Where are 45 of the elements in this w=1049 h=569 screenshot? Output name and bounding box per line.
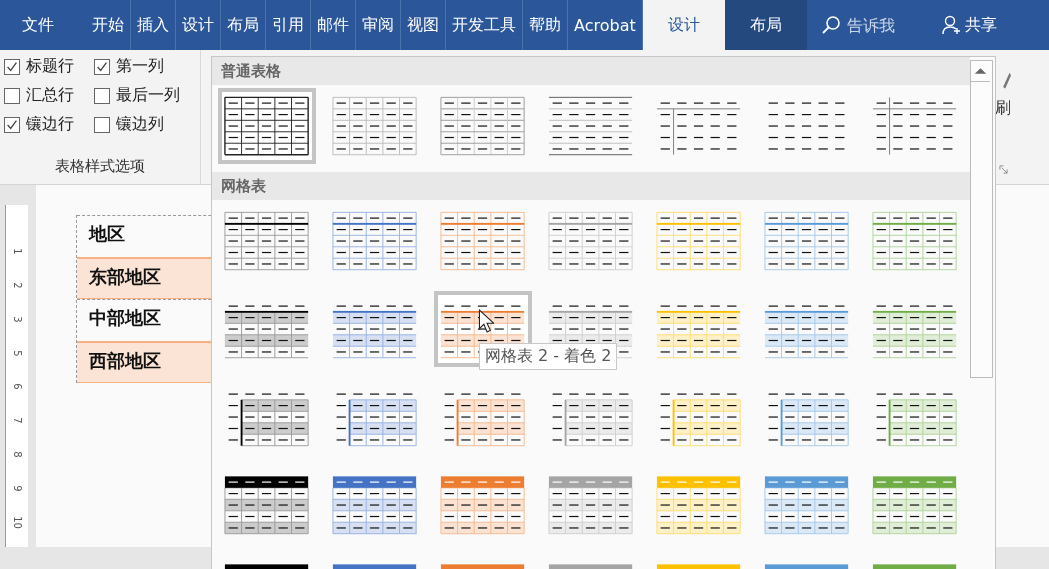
ruler-number: 3 bbox=[11, 316, 23, 323]
row-shading bbox=[241, 399, 309, 411]
tooltip: 网格表 2 - 着色 2 bbox=[479, 343, 618, 370]
row-shading bbox=[349, 399, 417, 411]
row-shading bbox=[781, 399, 849, 411]
ruler-number: 1 bbox=[11, 248, 23, 256]
ruler-number: 7 bbox=[11, 417, 23, 424]
row-shading bbox=[673, 422, 741, 434]
row-shading bbox=[241, 422, 309, 434]
ribbon-tab[interactable]: 设计 bbox=[642, 0, 725, 50]
ruler-number: 6 bbox=[11, 383, 23, 391]
row-shading bbox=[781, 422, 849, 434]
search-icon bbox=[820, 15, 841, 35]
search-input[interactable]: 告诉我 bbox=[844, 14, 929, 36]
ribbon-tab[interactable]: 文件 bbox=[0, 0, 76, 50]
section-header: 网格表 bbox=[212, 172, 970, 200]
add-person-icon bbox=[940, 15, 961, 35]
ruler-number: 8 bbox=[11, 451, 23, 458]
ribbon-tab[interactable]: 布局 bbox=[724, 0, 807, 50]
share-button[interactable]: 共享 bbox=[932, 0, 1001, 50]
table-style-option[interactable] bbox=[218, 88, 316, 164]
ruler-number: 2 bbox=[11, 282, 23, 289]
section-header: 普通表格 bbox=[212, 57, 970, 85]
row-shading bbox=[889, 399, 957, 411]
row-shading bbox=[457, 422, 525, 434]
group-label: 表格样式选项 bbox=[54, 157, 146, 176]
row-shading bbox=[565, 399, 633, 411]
checkbox-option[interactable]: 最后一列 bbox=[94, 85, 204, 106]
row-shading bbox=[457, 399, 525, 411]
checkbox-option[interactable]: 镶边列 bbox=[94, 114, 204, 135]
checkbox-option[interactable]: 标题行 bbox=[4, 56, 94, 77]
row-shading bbox=[349, 422, 417, 434]
ruler-number: 10 bbox=[11, 515, 23, 529]
pointer-cursor-icon bbox=[478, 309, 494, 333]
ruler-number: 9 bbox=[11, 485, 23, 492]
row-shading bbox=[673, 399, 741, 411]
scrollbar[interactable] bbox=[970, 60, 993, 378]
checkbox-option[interactable]: 镶边行 bbox=[4, 114, 94, 135]
checkbox-option[interactable]: 第一列 bbox=[94, 56, 204, 77]
row-shading bbox=[889, 422, 957, 434]
ribbon-button-label: 刷 bbox=[995, 98, 1011, 119]
row-shading bbox=[565, 422, 633, 434]
ruler-number: 5 bbox=[11, 350, 23, 357]
dialog-launcher-icon[interactable] bbox=[999, 165, 1008, 174]
checkbox-option[interactable]: 汇总行 bbox=[4, 85, 94, 106]
